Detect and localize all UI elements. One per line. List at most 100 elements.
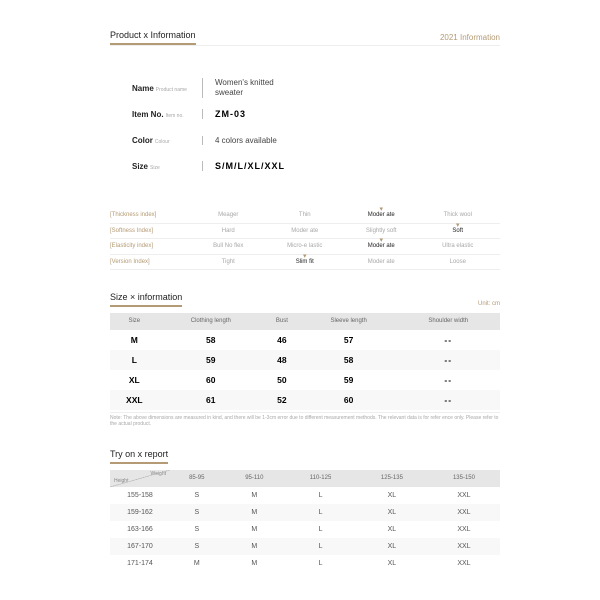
tryon-cell: XXL	[428, 487, 500, 504]
size-cell: XXL	[110, 390, 159, 410]
size-cell: 50	[263, 370, 301, 390]
value-name: Women's knitted sweater	[202, 78, 282, 97]
tryon-cell: L	[285, 555, 356, 572]
index-option: Bull No flex	[190, 243, 267, 250]
index-option: Loose	[420, 259, 497, 266]
size-table: SizeClothing lengthBustSleeve lengthShou…	[110, 313, 500, 410]
index-option: Slightly soft	[343, 228, 420, 235]
tryon-cell: M	[224, 504, 286, 521]
index-option: Slim fit	[267, 259, 344, 266]
table-row: 159-162SMLXLXXL	[110, 504, 500, 521]
table-row: M584657--	[110, 330, 500, 350]
index-row: [Softness Index]HardModer ateSlightly so…	[110, 224, 500, 240]
info-row-name: NameProduct name Women's knitted sweater	[132, 78, 478, 98]
tryon-cell: XXL	[428, 538, 500, 555]
size-cell: 59	[301, 370, 397, 390]
index-option: Tight	[190, 259, 267, 266]
label-item: Item No.	[132, 110, 164, 119]
size-col-header: Shoulder width	[396, 313, 500, 330]
size-cell: M	[110, 330, 159, 350]
table-row: XL605059--	[110, 370, 500, 390]
tryon-col-header: 85-95	[170, 470, 224, 487]
value-item: ZM-03	[202, 109, 246, 119]
tryon-cell: 163-166	[110, 521, 170, 538]
tryon-cell: L	[285, 538, 356, 555]
tryon-cell: M	[170, 555, 224, 572]
tryon-cell: XXL	[428, 555, 500, 572]
tryon-cell: XL	[356, 504, 428, 521]
table-row: 163-166SMLXLXXL	[110, 521, 500, 538]
index-row: [Version Index]TightSlim fitModer ateLoo…	[110, 255, 500, 271]
sublabel-size: Size	[150, 165, 160, 171]
tryon-cell: XL	[356, 538, 428, 555]
tryon-cell: S	[170, 521, 224, 538]
tryon-title: Try on x report	[110, 449, 168, 464]
index-option: Micro-e lastic	[267, 243, 344, 250]
tryon-cell: 167-170	[110, 538, 170, 555]
index-option: Moder ate	[343, 212, 420, 219]
value-size: S/M/L/XL/XXL	[202, 161, 285, 171]
size-cell: L	[110, 350, 159, 370]
size-cell: --	[396, 390, 500, 410]
tryon-cell: XL	[356, 487, 428, 504]
basic-info: NameProduct name Women's knitted sweater…	[110, 64, 500, 192]
label-name: Name	[132, 84, 154, 93]
size-cell: 58	[301, 350, 397, 370]
tryon-cell: L	[285, 487, 356, 504]
index-option: Soft	[420, 228, 497, 235]
tryon-cell: M	[224, 487, 286, 504]
page-title: Product x Information	[110, 30, 196, 45]
tryon-cell: S	[170, 538, 224, 555]
tryon-cell: S	[170, 487, 224, 504]
size-cell: 61	[159, 390, 263, 410]
info-row-color: ColorColour 4 colors available	[132, 130, 478, 150]
index-option: Ultra elastic	[420, 243, 497, 250]
size-section: Size × information Unit: cm SizeClothing…	[110, 292, 500, 427]
tryon-cell: M	[224, 521, 286, 538]
tryon-cell: M	[224, 538, 286, 555]
index-option: Moder ate	[343, 243, 420, 250]
index-label: [Thickness index]	[110, 212, 190, 218]
index-option: Thick wool	[420, 212, 497, 219]
size-cell: XL	[110, 370, 159, 390]
tryon-cell: M	[224, 555, 286, 572]
size-col-header: Sleeve length	[301, 313, 397, 330]
tryon-cell: S	[170, 504, 224, 521]
size-note: Note: The above dimensions are measured …	[110, 412, 500, 427]
table-row: 155-158SMLXLXXL	[110, 487, 500, 504]
value-color: 4 colors available	[202, 136, 277, 145]
size-cell: --	[396, 330, 500, 350]
size-cell: --	[396, 350, 500, 370]
index-option: Thin	[267, 212, 344, 219]
tryon-col-header: 110-125	[285, 470, 356, 487]
tryon-table: WeightHeight85-9595-110110-125125-135135…	[110, 470, 500, 572]
tryon-cell: XL	[356, 521, 428, 538]
tryon-cell: XXL	[428, 504, 500, 521]
tryon-cell: L	[285, 521, 356, 538]
size-title: Size × information	[110, 292, 182, 307]
sublabel-color: Colour	[155, 139, 170, 145]
size-cell: 52	[263, 390, 301, 410]
tryon-cell: 155-158	[110, 487, 170, 504]
index-label: [Softness Index]	[110, 228, 190, 234]
size-col-header: Size	[110, 313, 159, 330]
info-row-size: SizeSize S/M/L/XL/XXL	[132, 156, 478, 176]
index-label: [Elasticity index]	[110, 243, 190, 249]
size-cell: 58	[159, 330, 263, 350]
tryon-cell: L	[285, 504, 356, 521]
table-row: L594858--	[110, 350, 500, 370]
size-cell: 48	[263, 350, 301, 370]
size-cell: 60	[159, 370, 263, 390]
index-label: [Version Index]	[110, 259, 190, 265]
year-tag: 2021 Information	[440, 33, 500, 45]
label-size: Size	[132, 162, 148, 171]
size-unit: Unit: cm	[478, 301, 500, 307]
label-color: Color	[132, 136, 153, 145]
index-option: Moder ate	[343, 259, 420, 266]
index-option: Moder ate	[267, 228, 344, 235]
table-row: XXL615260--	[110, 390, 500, 410]
size-cell: 46	[263, 330, 301, 350]
tryon-col-header: 125-135	[356, 470, 428, 487]
size-cell: 59	[159, 350, 263, 370]
table-row: 171-174MMLXLXXL	[110, 555, 500, 572]
